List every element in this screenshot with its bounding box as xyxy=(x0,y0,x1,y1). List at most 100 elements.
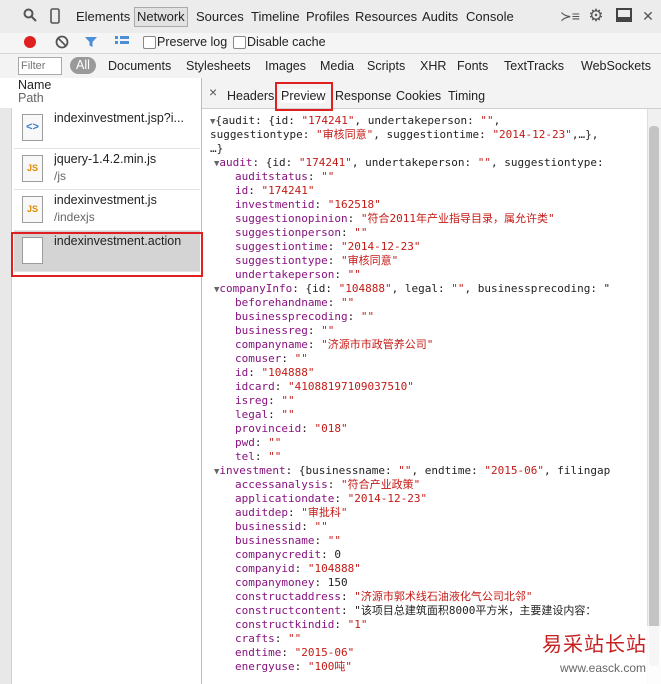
record-icon[interactable] xyxy=(24,36,36,48)
show-drawer-icon[interactable]: ≻≡ xyxy=(560,8,580,24)
json-line: suggestionperson: "" xyxy=(235,226,368,239)
json-line: auditdep: "审批科" xyxy=(235,506,348,519)
filter-websockets[interactable]: WebSockets xyxy=(581,59,651,73)
request-name: indexinvestment.jsp?i... xyxy=(54,111,184,125)
json-line: companycredit: 0 xyxy=(235,548,341,561)
json-line: applicationdate: "2014-12-23" xyxy=(235,492,428,505)
dock-icon[interactable] xyxy=(616,8,632,24)
request-name: indexinvestment.js xyxy=(54,193,157,207)
tab-audits[interactable]: Audits xyxy=(422,8,458,26)
clear-icon[interactable] xyxy=(55,35,69,52)
filter-input[interactable] xyxy=(18,57,62,75)
request-row[interactable]: <> indexinvestment.jsp?i... xyxy=(14,108,200,149)
tab-sources[interactable]: Sources xyxy=(196,8,244,26)
json-line: constructaddress: "济源市郭术线石油液化气公司北邻" xyxy=(235,590,533,603)
json-line: constructkindid: "1" xyxy=(235,618,368,631)
disable-cache-label: Disable cache xyxy=(247,35,326,49)
list-view-icon[interactable] xyxy=(115,36,129,51)
json-line: companyname: "济源市市政管养公司" xyxy=(235,338,434,351)
json-line: ▼{audit: {id: "174241", undertakeperson:… xyxy=(210,114,501,127)
watermark: 易采站长站 www.easck.com xyxy=(542,626,661,684)
tab-network[interactable]: Network xyxy=(134,7,188,27)
json-line: businessprecoding: "" xyxy=(235,310,375,323)
filter-texttracks[interactable]: TextTracks xyxy=(504,59,564,73)
tab-profiles[interactable]: Profiles xyxy=(306,8,349,26)
filter-documents[interactable]: Documents xyxy=(108,59,171,73)
tab-resources[interactable]: Resources xyxy=(355,8,417,26)
name-column-header[interactable]: Name xyxy=(18,78,51,92)
json-line: id: "104888" xyxy=(235,366,315,379)
request-row[interactable]: JS indexinvestment.js /indexjs xyxy=(14,190,200,231)
filter-scripts[interactable]: Scripts xyxy=(367,59,405,73)
json-line: energyuse: "100吨" xyxy=(235,660,352,673)
json-line: accessanalysis: "符合产业政策" xyxy=(235,478,421,491)
tab-cookies[interactable]: Cookies xyxy=(396,89,441,103)
json-line: id: "174241" xyxy=(235,184,315,197)
json-line: isreg: "" xyxy=(235,394,295,407)
scrollbar-thumb[interactable] xyxy=(649,126,659,666)
json-line: …} xyxy=(210,142,224,155)
json-line: crafts: "" xyxy=(235,632,302,645)
request-path: /js xyxy=(54,169,66,183)
json-line: idcard: "41088197109037510" xyxy=(235,380,414,393)
device-mode-icon[interactable] xyxy=(47,8,63,24)
filter-xhr[interactable]: XHR xyxy=(420,59,446,73)
json-line: provinceid: "018" xyxy=(235,422,348,435)
request-path: /indexjs xyxy=(54,210,95,224)
json-line: ▼investment: {businessname: "", endtime:… xyxy=(214,464,611,477)
tab-timing[interactable]: Timing xyxy=(448,89,485,103)
tab-console[interactable]: Console xyxy=(466,8,514,26)
request-name: jquery-1.4.2.min.js xyxy=(54,152,157,166)
html-file-icon: <> xyxy=(22,114,43,141)
path-column-header[interactable]: Path xyxy=(18,91,44,105)
filter-all[interactable]: All xyxy=(70,57,96,74)
detail-tabs: × Headers Preview Response Cookies Timin… xyxy=(202,78,661,111)
json-line: constructcontent: "该项目总建筑面积8000平方米，主要建设内… xyxy=(235,604,597,617)
close-icon[interactable]: ✕ xyxy=(640,8,656,24)
json-line: suggestiontype: "审核同意" xyxy=(235,254,399,267)
json-line: ▼audit: {id: "174241", undertakeperson: … xyxy=(214,156,604,169)
tab-elements[interactable]: Elements xyxy=(76,8,130,26)
filter-bar: All Documents Stylesheets Images Media S… xyxy=(0,54,661,79)
json-line: companymoney: 150 xyxy=(235,576,348,589)
json-line: pwd: "" xyxy=(235,436,282,449)
preserve-log-label: Preserve log xyxy=(157,35,228,49)
network-toolbar: Preserve log Disable cache xyxy=(0,33,661,54)
json-line: suggestionopinion: "符合2011年产业指导目录，属允许类" xyxy=(235,212,555,225)
highlight-box xyxy=(11,232,203,277)
json-line: businessname: "" xyxy=(235,534,341,547)
request-row[interactable]: JS jquery-1.4.2.min.js /js xyxy=(14,149,200,190)
json-line: companyid: "104888" xyxy=(235,562,361,575)
filter-images[interactable]: Images xyxy=(265,59,306,73)
json-line: tel: "" xyxy=(235,450,282,463)
gear-icon[interactable]: ⚙ xyxy=(588,7,604,24)
highlight-box xyxy=(275,82,333,111)
json-line: investmentid: "162518" xyxy=(235,198,381,211)
close-detail-icon[interactable]: × xyxy=(209,84,217,100)
json-line: endtime: "2015-06" xyxy=(235,646,355,659)
tab-response[interactable]: Response xyxy=(335,89,391,103)
json-preview[interactable]: ▼{audit: {id: "174241", undertakeperson:… xyxy=(202,109,647,684)
filter-fonts[interactable]: Fonts xyxy=(457,59,488,73)
search-icon[interactable] xyxy=(22,8,38,24)
filter-icon[interactable] xyxy=(84,35,98,52)
tab-headers[interactable]: Headers xyxy=(227,89,274,103)
preserve-log-checkbox[interactable] xyxy=(143,36,156,49)
js-file-icon: JS xyxy=(22,155,43,182)
js-file-icon: JS xyxy=(22,196,43,223)
json-line: suggestiontime: "2014-12-23" xyxy=(235,240,421,253)
json-line: suggestiontype: "审核同意", suggestiontime: … xyxy=(210,128,599,141)
json-line: undertakeperson: "" xyxy=(235,268,361,281)
json-line: ▼companyInfo: {id: "104888", legal: "", … xyxy=(214,282,611,295)
filter-media[interactable]: Media xyxy=(320,59,354,73)
request-list: Name Path <> indexinvestment.jsp?i... JS… xyxy=(0,78,203,684)
watermark-url: www.easck.com xyxy=(560,661,647,675)
devtools-toolbar: Elements Network Sources Timeline Profil… xyxy=(0,0,661,34)
disable-cache-checkbox[interactable] xyxy=(233,36,246,49)
json-line: auditstatus: "" xyxy=(235,170,335,183)
json-line: legal: "" xyxy=(235,408,295,421)
tab-timeline[interactable]: Timeline xyxy=(251,8,300,26)
filter-stylesheets[interactable]: Stylesheets xyxy=(186,59,251,73)
json-line: comuser: "" xyxy=(235,352,308,365)
json-line: businessreg: "" xyxy=(235,324,335,337)
